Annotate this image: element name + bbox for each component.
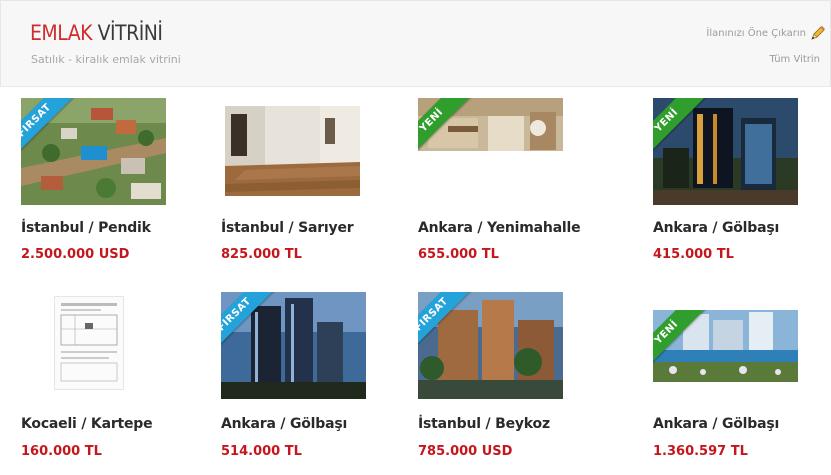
listing-image[interactable]: YENİ xyxy=(653,98,798,205)
page-subtitle: Satılık - kiralık emlak vitrini xyxy=(31,53,181,66)
pencil-icon xyxy=(811,26,825,40)
vitrin-header: EMLAK VİTRİNİ Satılık - kiralık emlak vi… xyxy=(0,0,831,87)
listing-location[interactable]: İstanbul / Sarıyer xyxy=(221,220,354,236)
listing-price: 655.000 TL xyxy=(418,247,499,262)
listing-image[interactable]: FIRSAT xyxy=(418,292,563,399)
listing-location[interactable]: Ankara / Gölbaşı xyxy=(653,416,779,432)
tower-photo xyxy=(221,292,366,399)
listing-price: 1.360.597 TL xyxy=(653,444,748,459)
page-title: EMLAK VİTRİNİ xyxy=(30,21,163,45)
aerial-houses-photo xyxy=(21,98,166,205)
listing-price: 2.500.000 USD xyxy=(21,247,130,262)
listing-price: 415.000 TL xyxy=(653,247,734,262)
title-emlak: EMLAK xyxy=(30,21,93,45)
listing-image[interactable] xyxy=(54,296,124,390)
listing-price: 825.000 TL xyxy=(221,247,302,262)
listing-image[interactable]: YENİ xyxy=(418,98,563,151)
listing-location[interactable]: İstanbul / Beykoz xyxy=(418,416,550,432)
listing-location[interactable]: İstanbul / Pendik xyxy=(21,220,151,236)
title-vitrini: VİTRİNİ xyxy=(97,21,163,45)
listing-image[interactable] xyxy=(225,106,360,196)
listing-location[interactable]: Kocaeli / Kartepe xyxy=(21,416,153,432)
listing-location[interactable]: Ankara / Gölbaşı xyxy=(221,416,347,432)
plan-document xyxy=(55,297,123,389)
tower-photo xyxy=(653,98,798,205)
listing-price: 514.000 TL xyxy=(221,444,302,459)
residence-photo xyxy=(418,292,563,399)
pool-complex-photo xyxy=(653,310,798,382)
listing-price: 785.000 USD xyxy=(418,444,513,459)
listing-image[interactable]: YENİ xyxy=(653,310,798,382)
listing-location[interactable]: Ankara / Yenimahalle xyxy=(418,220,581,236)
all-vitrin-link[interactable]: Tüm Vitrin xyxy=(769,54,820,65)
promote-listing-label: İlanınızı Öne Çıkarın xyxy=(706,28,806,39)
listing-image[interactable]: FIRSAT xyxy=(21,98,166,205)
listing-image[interactable]: FIRSAT xyxy=(221,292,366,399)
listing-location[interactable]: Ankara / Gölbaşı xyxy=(653,220,779,236)
kitchen-photo xyxy=(418,98,563,151)
empty-room-photo xyxy=(225,106,360,196)
listing-price: 160.000 TL xyxy=(21,444,102,459)
promote-listing-link[interactable]: İlanınızı Öne Çıkarın xyxy=(706,25,826,42)
